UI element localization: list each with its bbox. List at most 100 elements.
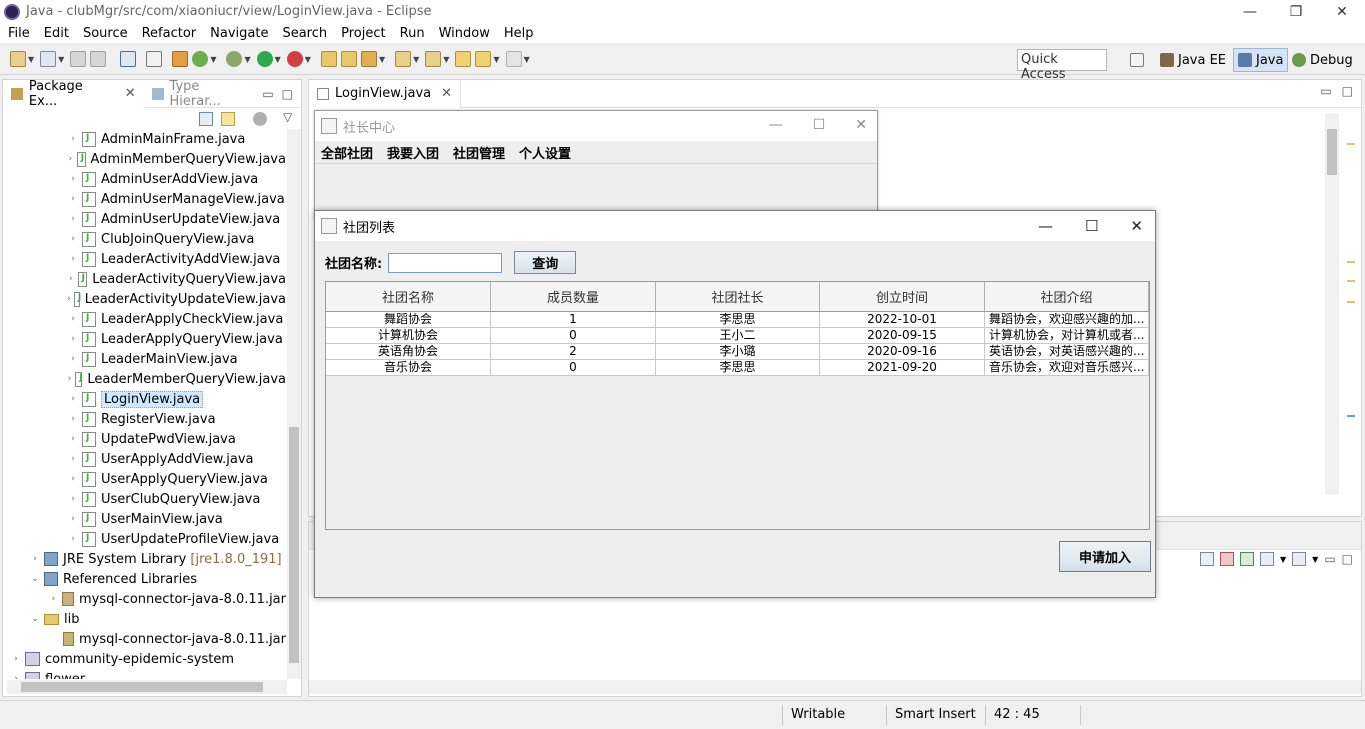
- new-java-project-icon[interactable]: [320, 51, 337, 67]
- tree-item[interactable]: ›LeaderApplyQueryView.java: [3, 329, 286, 349]
- maximize-view-icon[interactable]: □: [1342, 552, 1353, 566]
- tree-item-jar[interactable]: mysql-connector-java-8.0.11.jar: [3, 629, 286, 649]
- build-icon[interactable]: [172, 51, 189, 67]
- menu-run[interactable]: Run: [400, 26, 425, 41]
- table-row[interactable]: 英语角协会 2 李小璐 2020-09-16 英语协会，对英语感兴趣的...: [326, 344, 1149, 360]
- tree-item-lib-folder[interactable]: ⌄ lib: [3, 609, 286, 629]
- minimize-button[interactable]: —: [769, 117, 783, 133]
- open-perspective-button[interactable]: [1130, 48, 1148, 72]
- tree-item[interactable]: ›UpdatePwdView.java: [3, 429, 286, 449]
- table-row[interactable]: 计算机协会 0 王小二 2020-09-15 计算机协会，对计算机或者...: [326, 328, 1149, 344]
- open-type-icon[interactable]: [340, 51, 357, 67]
- chevron-right-icon[interactable]: ›: [48, 594, 59, 604]
- chevron-right-icon[interactable]: ›: [67, 514, 79, 524]
- chevron-down-icon[interactable]: ▼: [58, 55, 64, 64]
- chevron-right-icon[interactable]: ›: [67, 314, 79, 324]
- menu-refactor[interactable]: Refactor: [142, 26, 197, 41]
- tree-item-project[interactable]: › flower: [3, 669, 286, 679]
- tree-item[interactable]: ›LeaderActivityQueryView.java: [3, 269, 286, 289]
- chevron-right-icon[interactable]: ›: [67, 354, 79, 364]
- tab-type-hierarchy[interactable]: Type Hierar...: [144, 79, 263, 109]
- scrollbar-thumb[interactable]: [289, 427, 299, 663]
- run-icon[interactable]: [256, 51, 273, 67]
- tree-item[interactable]: ›LeaderActivityAddView.java: [3, 249, 286, 269]
- tree-item[interactable]: ›UserMainView.java: [3, 509, 286, 529]
- chevron-down-icon[interactable]: ▼: [305, 55, 311, 64]
- display-console-icon[interactable]: [1260, 552, 1274, 566]
- chevron-down-icon[interactable]: ▼: [524, 55, 530, 64]
- tree-item-project[interactable]: › community-epidemic-system: [3, 649, 286, 669]
- chevron-right-icon[interactable]: ›: [67, 234, 79, 244]
- chevron-down-icon[interactable]: ▼: [244, 55, 250, 64]
- link-with-editor-icon[interactable]: [221, 112, 235, 126]
- forward-icon[interactable]: [505, 51, 522, 67]
- menu-file[interactable]: File: [8, 26, 30, 41]
- maximize-button[interactable]: ☐: [813, 117, 826, 133]
- new-icon[interactable]: [10, 51, 26, 67]
- perspective-java[interactable]: Java: [1233, 48, 1289, 72]
- chevron-right-icon[interactable]: ›: [67, 194, 79, 204]
- maximize-view-icon[interactable]: □: [282, 87, 293, 101]
- chevron-right-icon[interactable]: ›: [67, 134, 79, 144]
- refresh-icon[interactable]: [192, 51, 209, 67]
- chevron-right-icon[interactable]: ›: [67, 214, 79, 224]
- chevron-right-icon[interactable]: ›: [67, 294, 71, 304]
- menu-edit[interactable]: Edit: [44, 26, 69, 41]
- maximize-view-icon[interactable]: □: [1342, 84, 1353, 98]
- collapse-all-icon[interactable]: [199, 112, 213, 126]
- tree-item-referenced-libraries[interactable]: ⌄ Referenced Libraries: [3, 569, 286, 589]
- scrollbar-thumb[interactable]: [21, 682, 263, 692]
- column-header[interactable]: 社团社长: [656, 282, 820, 311]
- chevron-right-icon[interactable]: ›: [67, 334, 79, 344]
- tree-item[interactable]: ›LeaderActivityUpdateView.java: [3, 289, 286, 309]
- tree-item[interactable]: ›AdminUserManageView.java: [3, 189, 286, 209]
- tree-item[interactable]: ›UserApplyQueryView.java: [3, 469, 286, 489]
- menu-join-club[interactable]: 我要入团: [387, 143, 439, 162]
- column-header[interactable]: 创立时间: [820, 282, 985, 311]
- chevron-right-icon[interactable]: ›: [29, 554, 41, 564]
- focus-icon[interactable]: [253, 112, 267, 126]
- chevron-down-icon[interactable]: ▼: [443, 55, 449, 64]
- search-icon[interactable]: [360, 51, 377, 67]
- minimize-button[interactable]: —: [1038, 217, 1053, 235]
- query-button[interactable]: 查询: [514, 251, 577, 274]
- debug-icon[interactable]: [226, 51, 243, 67]
- column-header[interactable]: 社团介绍: [985, 282, 1149, 311]
- minimize-view-icon[interactable]: ▭: [262, 87, 273, 101]
- chevron-right-icon[interactable]: ›: [67, 414, 79, 424]
- menu-all-clubs[interactable]: 全部社团: [321, 143, 373, 162]
- tree-item[interactable]: ›LeaderApplyCheckView.java: [3, 309, 286, 329]
- tree-item-selected[interactable]: ›LoginView.java: [3, 389, 286, 409]
- table-row[interactable]: 舞蹈协会 1 李思思 2022-10-01 舞蹈协会，欢迎感兴趣的加...: [326, 312, 1149, 328]
- chevron-down-icon[interactable]: ▼: [28, 55, 34, 64]
- skip-breakpoints-icon[interactable]: [146, 51, 163, 67]
- save-all-icon[interactable]: [90, 51, 107, 67]
- chevron-down-icon[interactable]: ▼: [379, 55, 385, 64]
- pin-console-icon[interactable]: [1240, 552, 1254, 566]
- chevron-down-icon[interactable]: ▼: [210, 55, 216, 64]
- tree-item-jre[interactable]: › JRE System Library [jre1.8.0_191]: [3, 549, 286, 569]
- chevron-right-icon[interactable]: ›: [67, 494, 79, 504]
- chevron-down-icon[interactable]: ⌄: [29, 614, 41, 624]
- apply-join-button[interactable]: 申请加入: [1059, 541, 1151, 572]
- close-icon[interactable]: ✕: [441, 86, 452, 101]
- chevron-down-icon[interactable]: ▼: [1280, 555, 1286, 564]
- chevron-right-icon[interactable]: ›: [67, 534, 79, 544]
- tree-item[interactable]: ›AdminMainFrame.java: [3, 129, 286, 149]
- menu-club-management[interactable]: 社团管理: [453, 143, 505, 162]
- chevron-right-icon[interactable]: ›: [67, 274, 75, 284]
- minimize-button[interactable]: —: [1227, 0, 1273, 23]
- chevron-down-icon[interactable]: ▼: [493, 55, 499, 64]
- tree-item-jar[interactable]: › mysql-connector-java-8.0.11.jar: [3, 589, 286, 609]
- open-console-icon[interactable]: [1292, 552, 1307, 566]
- perspective-debug[interactable]: Debug: [1292, 48, 1353, 72]
- menu-help[interactable]: Help: [504, 26, 534, 41]
- table-row[interactable]: 音乐协会 0 李思思 2021-09-20 音乐协会，欢迎对音乐感兴...: [326, 360, 1149, 376]
- horizontal-scrollbar[interactable]: [309, 680, 1361, 694]
- back-icon[interactable]: [475, 51, 492, 67]
- column-header[interactable]: 社团名称: [326, 282, 491, 311]
- menu-search[interactable]: Search: [282, 26, 327, 41]
- vertical-scrollbar[interactable]: [287, 129, 301, 679]
- tree-item[interactable]: ›LeaderMemberQueryView.java: [3, 369, 286, 389]
- external-tools-icon[interactable]: [286, 51, 303, 67]
